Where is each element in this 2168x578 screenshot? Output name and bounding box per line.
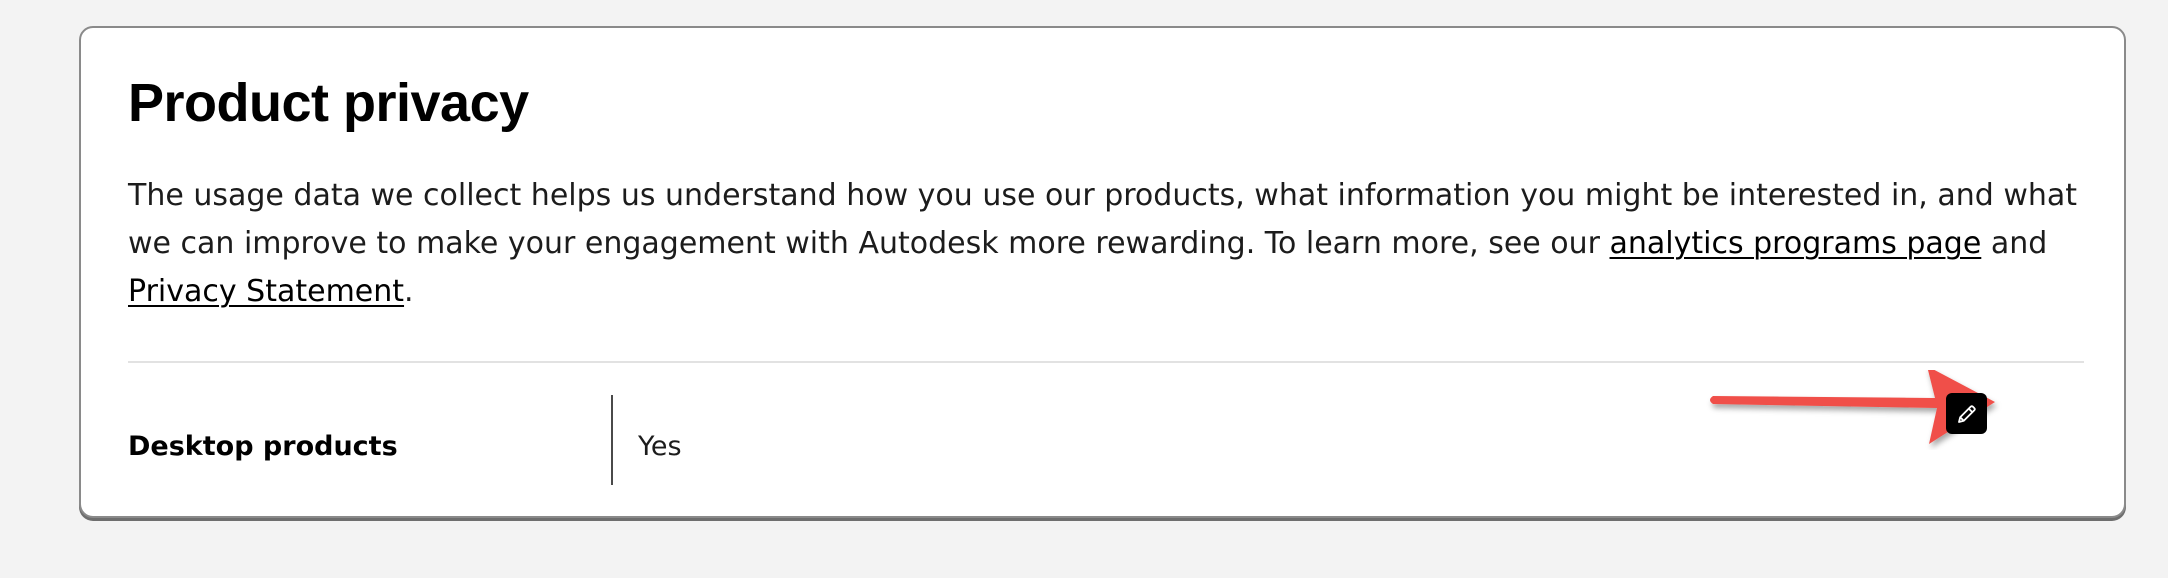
row-separator — [611, 395, 613, 485]
section-divider — [128, 361, 2084, 363]
card-title: Product privacy — [128, 73, 529, 133]
pencil-icon — [1957, 404, 1976, 423]
description-text-3: . — [404, 274, 414, 309]
edit-desktop-products-button[interactable] — [1946, 393, 1987, 434]
analytics-programs-link[interactable]: analytics programs page — [1610, 226, 1982, 261]
description-text-2: and — [1981, 226, 2048, 261]
privacy-statement-link[interactable]: Privacy Statement — [128, 274, 404, 309]
desktop-products-label: Desktop products — [128, 431, 398, 462]
desktop-products-value: Yes — [638, 431, 682, 462]
privacy-description: The usage data we collect helps us under… — [128, 172, 2118, 316]
